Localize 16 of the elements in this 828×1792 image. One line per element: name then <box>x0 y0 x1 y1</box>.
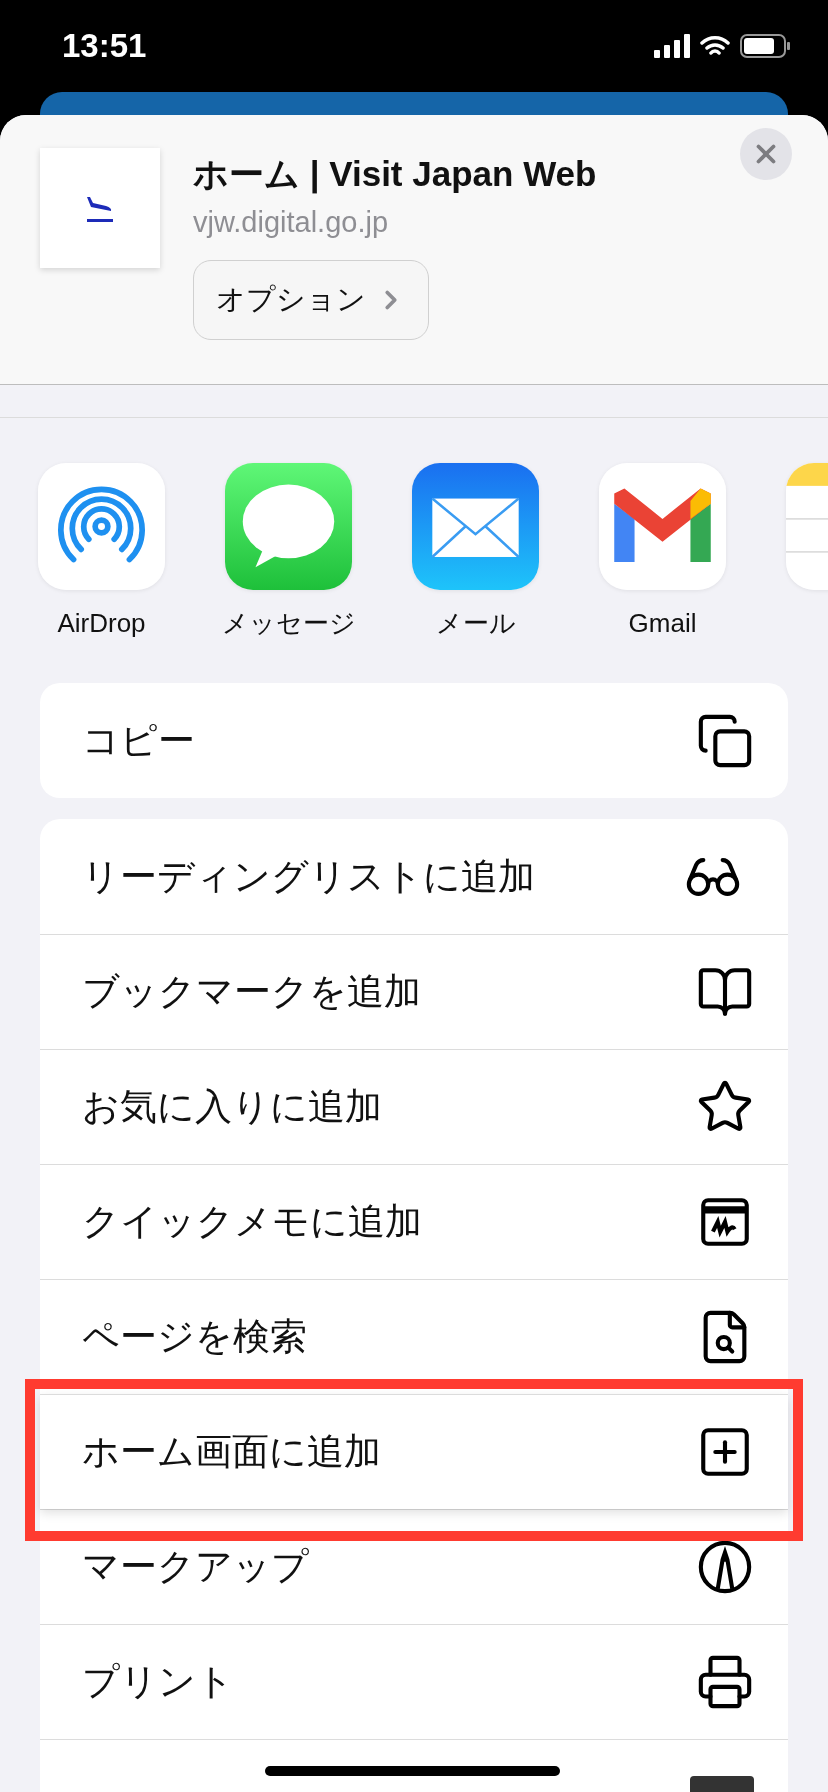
action-row[interactable]: リーディングリストに追加 <box>40 819 788 934</box>
app-label: メッセージ <box>221 607 356 640</box>
app-label: Gmail <box>628 607 697 640</box>
page-title: ホーム | Visit Japan Web <box>193 153 598 196</box>
copy-action[interactable]: コピー <box>40 683 788 798</box>
action-row[interactable]: プリント <box>40 1624 788 1739</box>
action-row[interactable]: クイックメモに追加 <box>40 1164 788 1279</box>
page-url: vjw.digital.go.jp <box>193 205 390 240</box>
options-button[interactable]: オプション <box>193 260 429 340</box>
action-row[interactable]: マークアップ <box>40 1509 788 1624</box>
action-row[interactable]: ブックマークを追加 <box>40 934 788 1049</box>
status-time: 13:51 <box>62 26 147 67</box>
action-row[interactable]: ホーム画面に追加 <box>40 1394 788 1509</box>
app-label: メール <box>435 607 516 640</box>
action-row[interactable]: お気に入りに追加 <box>40 1049 788 1164</box>
app-label: AirDrop <box>57 607 146 640</box>
